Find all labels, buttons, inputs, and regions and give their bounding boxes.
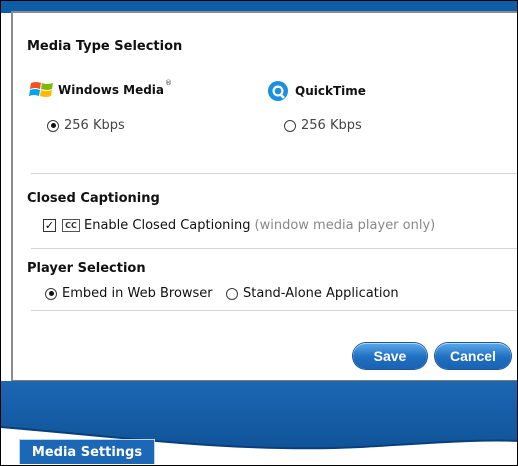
section-divider (31, 310, 517, 311)
standalone-app-label: Stand-Alone Application (243, 286, 399, 301)
windows-media-logo: Windows Media ® (29, 79, 172, 101)
standalone-app-option[interactable]: Stand-Alone Application (226, 286, 399, 301)
embed-browser-option[interactable]: Embed in Web Browser (45, 286, 213, 301)
embed-browser-label: Embed in Web Browser (62, 286, 213, 301)
windows-flag-icon (29, 79, 55, 101)
standalone-app-radio[interactable] (226, 287, 238, 300)
quicktime-icon (267, 80, 289, 102)
closed-captioning-checkbox[interactable]: ✓ (43, 219, 56, 232)
closed-captioning-heading: Closed Captioning (27, 191, 160, 206)
closed-caption-icon: CC (62, 219, 80, 232)
quicktime-bitrate-label: 256 Kbps (301, 118, 362, 133)
section-divider (31, 173, 517, 174)
media-settings-tab[interactable]: Media Settings (19, 439, 155, 464)
quicktime-label: QuickTime (295, 84, 366, 98)
closed-captioning-label: Enable Closed Captioning (84, 218, 251, 233)
embed-browser-radio[interactable] (45, 287, 57, 300)
closed-captioning-option[interactable]: ✓ CC Enable Closed Captioning (window me… (43, 218, 435, 233)
player-selection-heading: Player Selection (27, 261, 146, 276)
trademark-mark: ® (165, 79, 173, 87)
cancel-button[interactable]: Cancel (435, 343, 511, 369)
settings-panel: Media Type Selection Windows Media ® 256… (11, 11, 517, 381)
quicktime-radio[interactable] (284, 119, 296, 132)
windows-media-radio[interactable] (47, 119, 59, 132)
quicktime-logo: QuickTime (267, 80, 366, 102)
save-button[interactable]: Save (353, 343, 427, 369)
media-settings-window: Media Type Selection Windows Media ® 256… (0, 0, 518, 466)
closed-captioning-note: (window media player only) (254, 218, 436, 233)
media-type-heading: Media Type Selection (27, 39, 183, 54)
quicktime-256-radio-option[interactable]: 256 Kbps (284, 118, 362, 133)
windows-media-label: Windows Media (58, 83, 165, 97)
windows-media-256-radio-option[interactable]: 256 Kbps (47, 118, 125, 133)
windows-media-bitrate-label: 256 Kbps (64, 118, 125, 133)
section-divider (31, 248, 517, 249)
